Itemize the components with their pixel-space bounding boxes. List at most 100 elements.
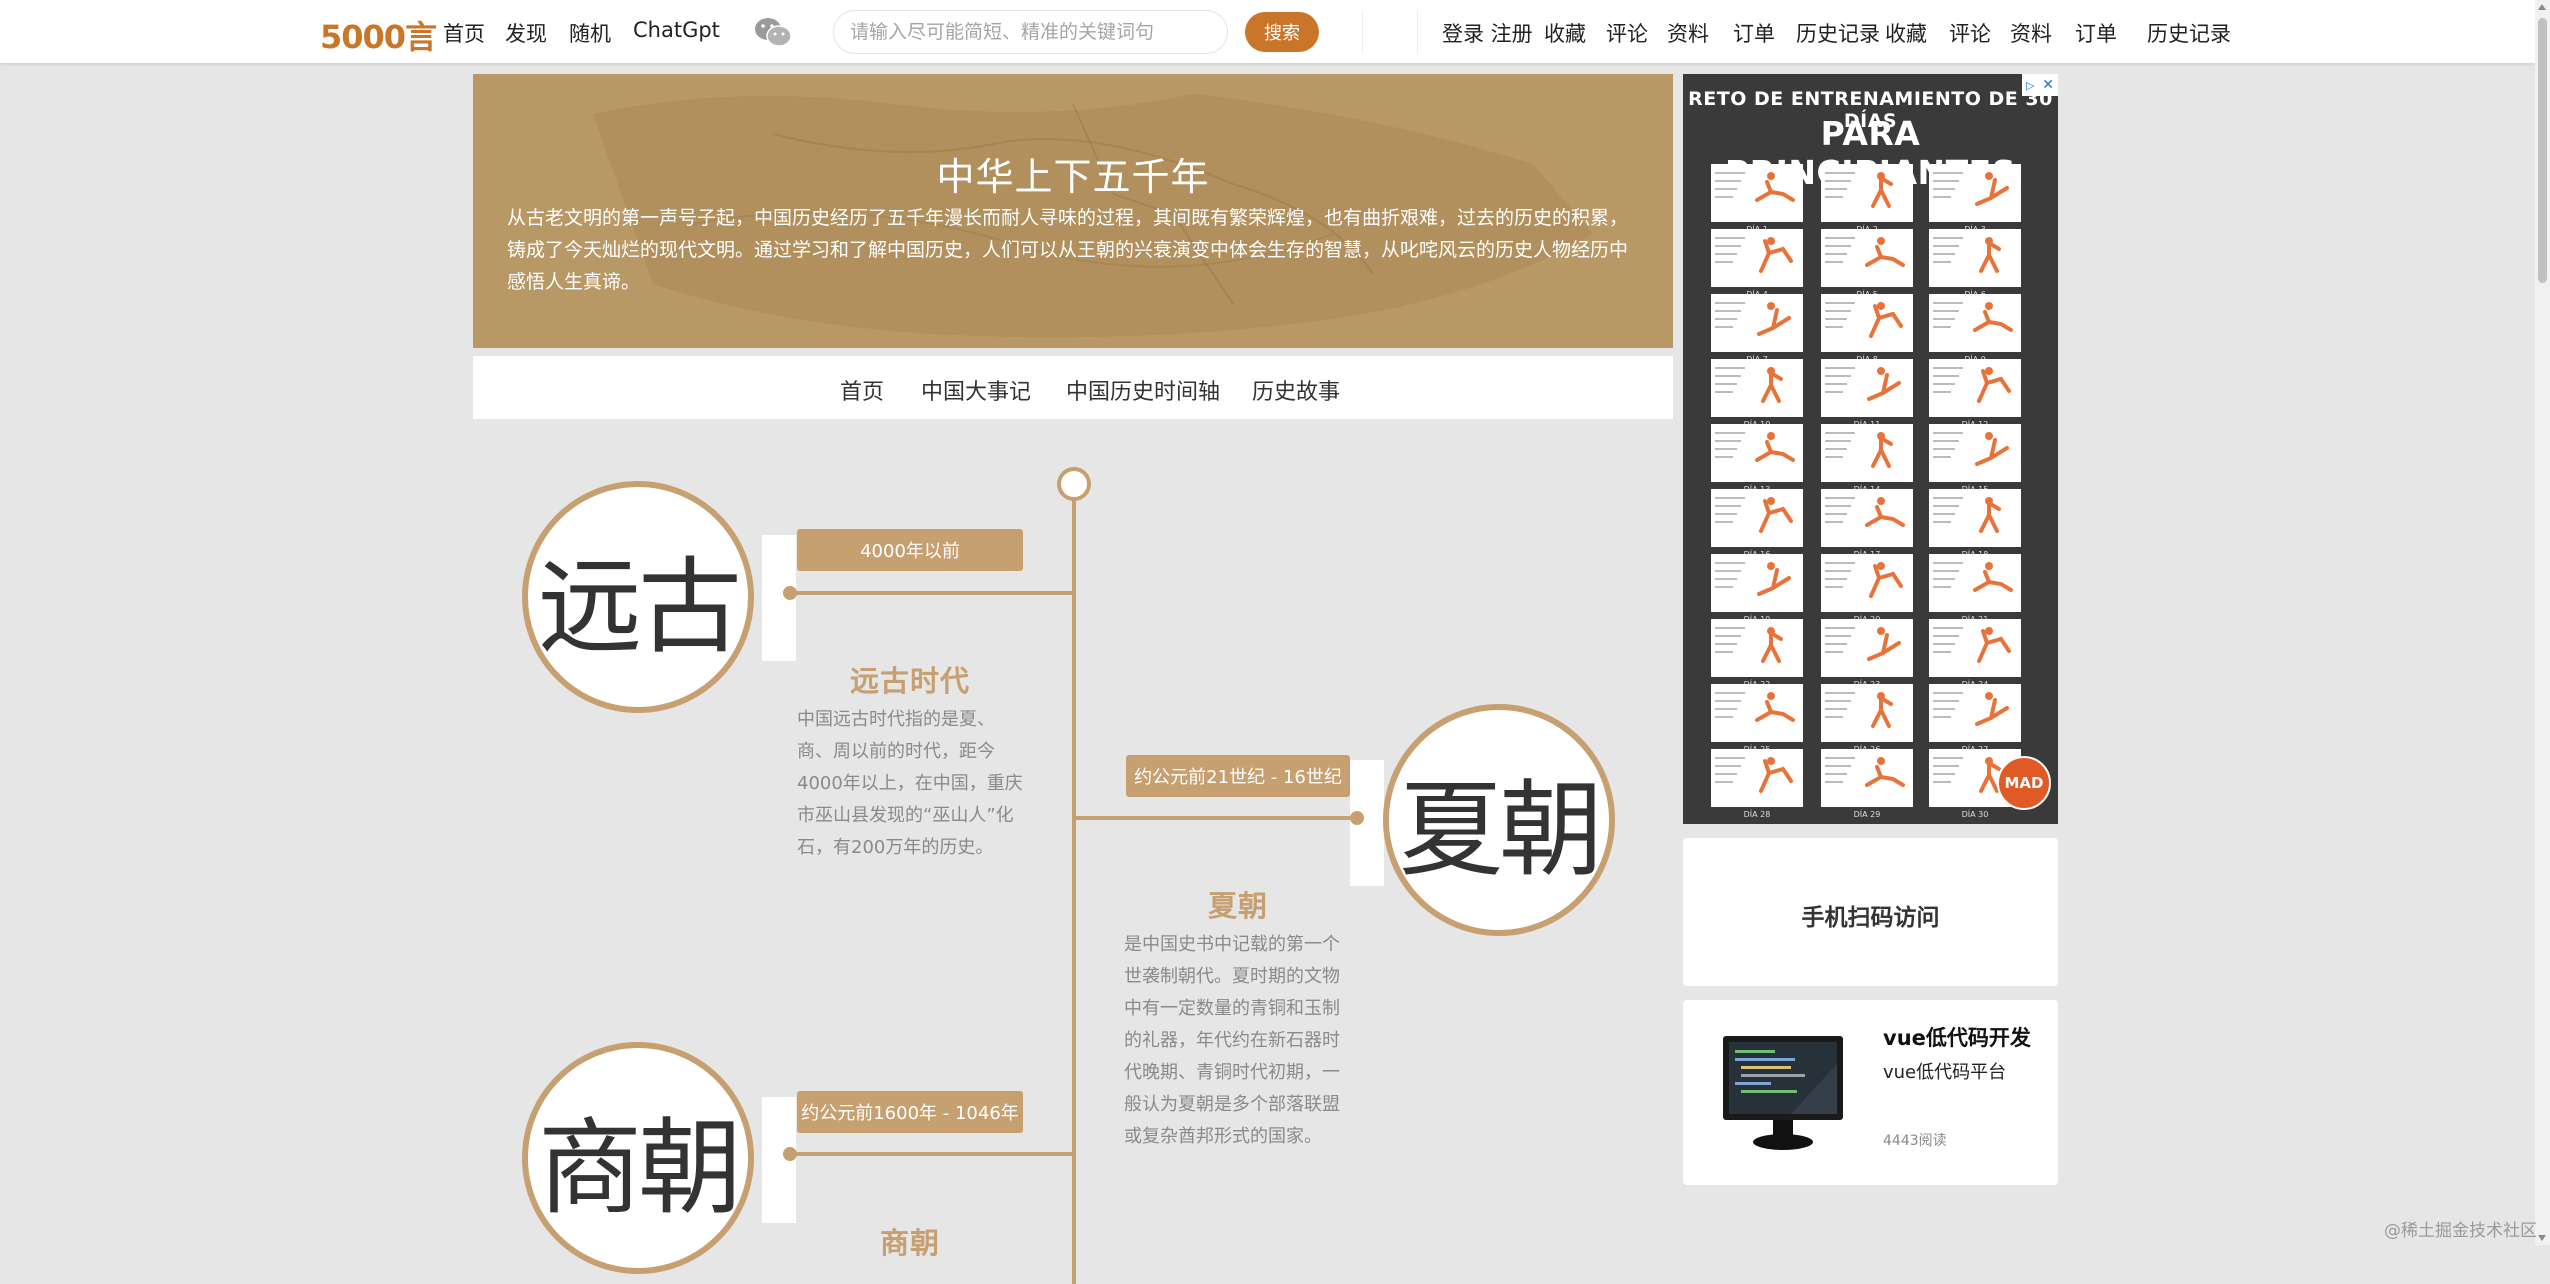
subnav-timeline[interactable]: 中国历史时间轴 — [1066, 374, 1220, 406]
nav-link-chatgpt[interactable]: ChatGpt — [633, 18, 720, 42]
era-date-tag: 约公元前21世纪 - 16世纪 — [1126, 755, 1350, 797]
user-link-favorites[interactable]: 收藏 — [1544, 18, 1586, 48]
user-link-profile-2[interactable]: 资料 — [2010, 18, 2052, 48]
timeline-node — [783, 586, 797, 600]
workout-day-cell: DÍA 12 — [1929, 359, 2021, 429]
workout-day-label: DÍA 30 — [1961, 810, 1989, 819]
history-timeline: 远古 4000年以前 远古时代 中国远古时代指的是夏、商、周以前的时代，距今40… — [473, 430, 1673, 1284]
subnav-chronicle[interactable]: 中国大事记 — [921, 374, 1031, 406]
exercise-figure-icon — [1869, 302, 1903, 338]
exercise-figure-icon — [1865, 757, 1905, 787]
scrollbar-thumb[interactable] — [2538, 18, 2547, 283]
article-card[interactable]: vue低代码开发 vue低代码平台 4443阅读 — [1683, 1000, 2058, 1185]
ad-close-icon[interactable]: ▷ ✕ — [2022, 74, 2058, 96]
exercise-figure-icon — [1973, 562, 2013, 592]
exercise-figure-icon — [1973, 302, 2013, 332]
page-scrollbar[interactable] — [2535, 0, 2550, 1245]
exercise-figure-icon — [1979, 237, 2001, 273]
avatar-placeholder[interactable] — [1362, 10, 1418, 54]
timeline-branch — [1074, 816, 1350, 820]
workout-day-cell: DÍA 4 — [1711, 229, 1803, 299]
user-link-orders[interactable]: 订单 — [1733, 18, 1775, 48]
workout-day-cell: DÍA 28 — [1711, 749, 1803, 819]
workout-day-cell: DÍA 15 — [1929, 424, 2021, 494]
workout-day-cell: DÍA 20 — [1821, 554, 1913, 624]
era-date-tag: 约公元前1600年 - 1046年 — [797, 1091, 1023, 1133]
era-description: 中国远古时代指的是夏、商、周以前的时代，距今4000年以上，在中国，重庆市巫山县… — [797, 709, 1023, 858]
exercise-figure-icon — [1761, 627, 1783, 663]
ad-brand-badge: MAD — [1997, 756, 2051, 810]
workout-day-cell: DÍA 11 — [1821, 359, 1913, 429]
user-link-comments-2[interactable]: 评论 — [1949, 18, 1991, 48]
workout-day-label: DÍA 28 — [1743, 810, 1771, 819]
wechat-icon[interactable] — [754, 17, 792, 47]
search-input[interactable] — [833, 10, 1228, 54]
workout-day-cell: DÍA 16 — [1711, 489, 1803, 559]
exercise-figure-icon — [1871, 432, 1893, 468]
workout-day-cell: DÍA 6 — [1929, 229, 2021, 299]
era-date-tag: 4000年以前 — [797, 529, 1023, 571]
workout-day-cell: DÍA 18 — [1929, 489, 2021, 559]
timeline-start-marker — [1057, 467, 1091, 501]
timeline-axis — [1072, 484, 1076, 1284]
exercise-figure-icon — [1979, 497, 2001, 533]
login-register-link[interactable]: 登录 注册 — [1442, 18, 1533, 48]
era-description: 是中国史书中记载的第一个世袭制朝代。夏时期的文物中有一定数量的青铜和玉制的礼器，… — [1124, 934, 1340, 1147]
user-link-history[interactable]: 历史记录 — [1796, 18, 1880, 48]
timeline-node — [1350, 811, 1364, 825]
user-link-profile[interactable]: 资料 — [1667, 18, 1709, 48]
era-title[interactable]: 商朝 — [797, 1220, 1023, 1262]
nav-link-home[interactable]: 首页 — [443, 18, 485, 48]
site-logo[interactable]: 5000言 — [320, 12, 437, 58]
exercise-figure-icon — [1869, 562, 1903, 598]
workout-day-cell: DÍA 19 — [1711, 554, 1803, 624]
subnav-home[interactable]: 首页 — [840, 374, 884, 406]
article-subtitle: vue低代码平台 — [1883, 1062, 2007, 1083]
exercise-figure-icon — [1977, 367, 2011, 403]
era-title[interactable]: 远古时代 — [797, 658, 1023, 700]
nav-link-random[interactable]: 随机 — [569, 18, 611, 48]
workout-day-cell: DÍA 5 — [1821, 229, 1913, 299]
user-link-comments[interactable]: 评论 — [1606, 18, 1648, 48]
banner-description: 从古老文明的第一声号子起，中国历史经历了五千年漫长而耐人寻味的过程，其间既有繁荣… — [507, 207, 1629, 293]
workout-day-cell: DÍA 10 — [1711, 359, 1803, 429]
workout-day-cell: DÍA 1 — [1711, 164, 1803, 234]
exercise-figure-icon — [1867, 627, 1901, 661]
exercise-figure-icon — [1759, 237, 1793, 273]
user-link-history-2[interactable]: 历史记录 — [2147, 18, 2231, 48]
scroll-up-icon[interactable] — [2538, 4, 2546, 10]
era-circle[interactable]: 夏朝 — [1383, 704, 1615, 936]
article-title[interactable]: vue低代码开发 — [1883, 1022, 2031, 1052]
watermark-text: @稀土掘金技术社区 — [2384, 1221, 2537, 1241]
scroll-down-icon[interactable] — [2538, 1235, 2546, 1241]
section-subnav: 首页 中国大事记 中国历史时间轴 历史故事 — [473, 356, 1673, 419]
exercise-figure-icon — [1761, 367, 1783, 403]
workout-day-cell: DÍA 17 — [1821, 489, 1913, 559]
era-circle[interactable]: 远古 — [522, 481, 754, 713]
workout-day-cell: DÍA 25 — [1711, 684, 1803, 754]
workout-day-cell: DÍA 8 — [1821, 294, 1913, 364]
advertisement-banner[interactable]: RETO DE ENTRENAMIENTO DE 30 DÍAS PARA PR… — [1683, 74, 2058, 824]
exercise-figure-icon — [1867, 367, 1901, 401]
exercise-figure-icon — [1755, 692, 1795, 722]
subnav-stories[interactable]: 历史故事 — [1252, 374, 1340, 406]
user-link-orders-2[interactable]: 订单 — [2075, 18, 2117, 48]
search-button[interactable]: 搜索 — [1245, 12, 1319, 52]
exercise-figure-icon — [1865, 237, 1905, 267]
exercise-figure-icon — [1871, 692, 1893, 728]
workout-day-cell: DÍA 3 — [1929, 164, 2021, 234]
user-link-favorites-2[interactable]: 收藏 — [1885, 18, 1927, 48]
nav-link-discover[interactable]: 发现 — [505, 18, 547, 48]
exercise-figure-icon — [1975, 692, 2009, 726]
workout-day-label: DÍA 29 — [1853, 810, 1881, 819]
exercise-figure-icon — [1871, 172, 1893, 208]
era-title[interactable]: 夏朝 — [1126, 883, 1350, 925]
article-view-count: 4443阅读 — [1883, 1133, 1947, 1149]
qr-access-card[interactable]: 手机扫码访问 — [1683, 838, 2058, 986]
era-circle[interactable]: 商朝 — [522, 1042, 754, 1274]
workout-day-cell: DÍA 7 — [1711, 294, 1803, 364]
workout-day-cell: DÍA 23 — [1821, 619, 1913, 689]
top-navbar: 5000言 首页 发现 随机 ChatGpt 搜索 登录 注册 收藏 评论 资料… — [0, 0, 2535, 63]
workout-day-cell: DÍA 21 — [1929, 554, 2021, 624]
workout-day-cell: DÍA 2 — [1821, 164, 1913, 234]
